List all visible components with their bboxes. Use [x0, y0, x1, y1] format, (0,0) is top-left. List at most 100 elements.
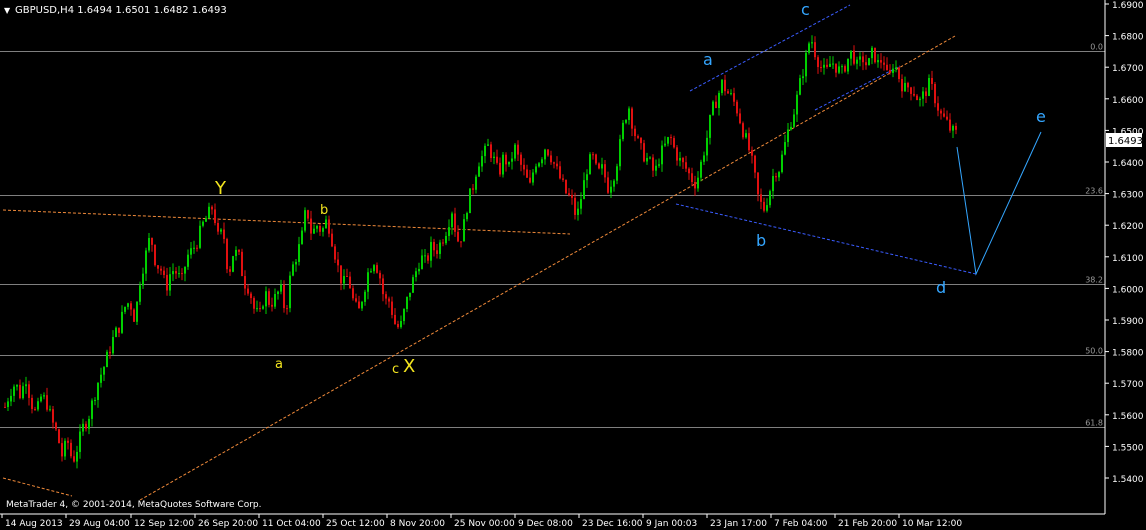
- candle-body: [253, 298, 255, 309]
- fib-label: 23.6: [1085, 187, 1103, 196]
- candle-body: [799, 78, 801, 95]
- candle-body: [679, 157, 681, 161]
- wave-label-a[interactable]: a: [275, 357, 283, 372]
- candle-body: [763, 201, 765, 211]
- candle-body: [952, 125, 954, 131]
- chart-menu-icon[interactable]: ▼: [4, 6, 11, 15]
- candle-body: [622, 122, 624, 140]
- candle-body: [112, 336, 114, 354]
- time-tick-label: 23 Dec 16:00: [582, 519, 643, 529]
- wave-label-b[interactable]: b: [320, 203, 328, 218]
- price-tick-label: 1.5500: [1112, 443, 1144, 453]
- candle-body: [916, 95, 918, 101]
- candle-body: [214, 209, 216, 223]
- current-price-label: 1.6493: [1108, 136, 1143, 147]
- candle-body: [232, 256, 234, 272]
- candle-body: [766, 205, 768, 211]
- candle-body: [787, 129, 789, 143]
- wave-label-e[interactable]: e: [1036, 107, 1046, 126]
- candle-body: [697, 177, 699, 189]
- wave-label-c[interactable]: c: [801, 0, 810, 19]
- candle-body: [274, 294, 276, 307]
- candle-body: [103, 367, 105, 375]
- wave-label-b[interactable]: b: [756, 231, 766, 250]
- candle-body: [670, 137, 672, 139]
- candle-body: [283, 284, 285, 309]
- candle-body: [256, 308, 258, 310]
- candle-body: [493, 156, 495, 159]
- candle-body: [373, 265, 375, 272]
- candle-body: [52, 409, 54, 423]
- candle-body: [211, 206, 213, 210]
- candle-body: [217, 222, 219, 232]
- candle-body: [277, 291, 279, 295]
- candle-body: [262, 306, 264, 309]
- fib-label: 61.8: [1085, 419, 1103, 428]
- candle-body: [223, 229, 225, 239]
- candle-body: [784, 142, 786, 155]
- candle-body: [535, 166, 537, 173]
- candle-body: [292, 264, 294, 276]
- candle-body: [919, 98, 921, 101]
- candle-body: [847, 58, 849, 72]
- candle-body: [715, 101, 717, 109]
- candle-body: [439, 242, 441, 254]
- candle-body: [868, 58, 870, 66]
- candle-body: [676, 147, 678, 161]
- candle-body: [424, 255, 426, 257]
- candle-body: [382, 278, 384, 295]
- wave-label-d[interactable]: d: [936, 278, 946, 297]
- candle-body: [499, 162, 501, 175]
- candle-body: [304, 210, 306, 231]
- candle-body: [748, 133, 750, 151]
- candle-body: [691, 173, 693, 183]
- candle-body: [685, 162, 687, 169]
- candle-body: [94, 399, 96, 401]
- candle-body: [178, 273, 180, 275]
- candle-body: [613, 180, 615, 187]
- candle-body: [163, 270, 165, 275]
- candle-body: [139, 285, 141, 302]
- wave-label-c[interactable]: c: [392, 362, 399, 377]
- candle-body: [25, 384, 27, 387]
- candle-body: [826, 64, 828, 67]
- candle-body: [595, 154, 597, 164]
- candle-body: [37, 401, 39, 410]
- candle-body: [79, 431, 81, 452]
- candle-body: [229, 269, 231, 272]
- candle-body: [934, 83, 936, 104]
- candle-body: [289, 275, 291, 309]
- wave-label-a[interactable]: a: [703, 50, 713, 69]
- candle-body: [712, 101, 714, 115]
- candle-body: [220, 229, 222, 232]
- candle-body: [628, 108, 630, 120]
- wave-label-X[interactable]: X: [403, 356, 415, 377]
- wave-label-Y[interactable]: Y: [214, 178, 227, 199]
- current-price-marker: 1.6493: [1106, 133, 1143, 147]
- price-tick-label: 1.5700: [1112, 380, 1144, 390]
- candle-body: [31, 397, 33, 410]
- candle-body: [343, 275, 345, 284]
- candle-body: [706, 137, 708, 156]
- candle-body: [907, 82, 909, 88]
- candle-body: [949, 119, 951, 131]
- fib-label: 0.0: [1090, 43, 1103, 52]
- candle-body: [337, 259, 339, 266]
- candle-body: [379, 272, 381, 279]
- price-chart[interactable]: 0.023.638.250.061.8 Yba c Xacbde 1.69001.6…: [0, 0, 1146, 530]
- candle-body: [226, 238, 228, 270]
- candle-body: [412, 277, 414, 293]
- candle-body: [922, 91, 924, 99]
- candle-body: [547, 149, 549, 156]
- candle-body: [724, 79, 726, 92]
- candle-body: [559, 166, 561, 179]
- candle-body: [886, 64, 888, 71]
- price-tick-label: 1.5400: [1112, 475, 1144, 485]
- candle-body: [301, 230, 303, 245]
- candle-body: [307, 210, 309, 219]
- candle-body: [658, 164, 660, 166]
- candle-body: [409, 292, 411, 297]
- candle-body: [208, 206, 210, 219]
- candle-body: [355, 298, 357, 302]
- candle-body: [544, 149, 546, 160]
